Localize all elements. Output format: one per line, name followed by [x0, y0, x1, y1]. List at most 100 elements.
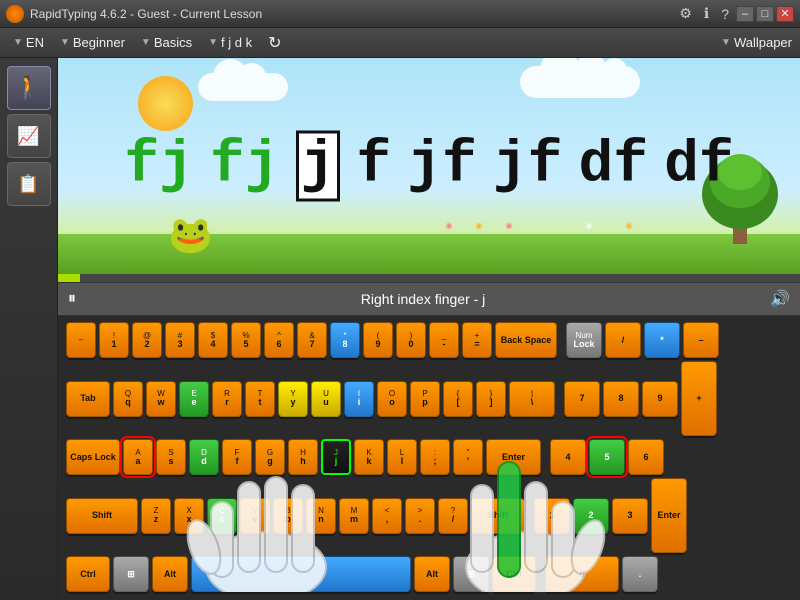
- cloud-2: [520, 66, 640, 98]
- key-i[interactable]: Ii: [344, 381, 374, 417]
- minimize-button[interactable]: –: [736, 6, 754, 22]
- key-z[interactable]: Zz: [141, 498, 171, 534]
- key-y[interactable]: Yy: [278, 381, 308, 417]
- key-win-left[interactable]: ⊞: [113, 556, 149, 592]
- key-p[interactable]: Pp: [410, 381, 440, 417]
- key-win-right[interactable]: ⊞: [453, 556, 489, 592]
- refresh-button[interactable]: ↻: [263, 31, 286, 55]
- key-num-2[interactable]: 2: [573, 498, 609, 534]
- language-menu[interactable]: ▼ EN: [8, 33, 49, 52]
- key-g[interactable]: Gg: [255, 439, 285, 475]
- key-row-shift: Shift Zz Xx Cc Vv Bb Nn Mm <, >. ?/ Shif…: [66, 478, 792, 553]
- key-backspace[interactable]: Back Space: [495, 322, 557, 358]
- key-l[interactable]: Ll: [387, 439, 417, 475]
- key-tab[interactable]: Tab: [66, 381, 110, 417]
- key-x[interactable]: Xx: [174, 498, 204, 534]
- info-icon[interactable]: ℹ: [699, 5, 714, 22]
- key-shift-left[interactable]: Shift: [66, 498, 138, 534]
- key-b[interactable]: Bb: [273, 498, 303, 534]
- key-bracket-open[interactable]: {[: [443, 381, 473, 417]
- key-num-minus[interactable]: –: [683, 322, 719, 358]
- key-shift-right[interactable]: Shift: [471, 498, 525, 534]
- key-num-plus[interactable]: +: [681, 361, 717, 436]
- help-icon[interactable]: ?: [716, 6, 734, 22]
- key-v[interactable]: Vv: [240, 498, 270, 534]
- volume-icon[interactable]: 🔊: [770, 289, 790, 309]
- key-num-star[interactable]: *: [644, 322, 680, 358]
- key-alt-right[interactable]: Alt: [414, 556, 450, 592]
- keyboard: – !1 @2 #3 $4 %5 ^6 &7 *8 (9 )0 _- += Ba…: [66, 322, 792, 592]
- key-2[interactable]: @2: [132, 322, 162, 358]
- key-enter[interactable]: Enter: [486, 439, 541, 475]
- key-m[interactable]: Mm: [339, 498, 369, 534]
- key-e[interactable]: Ee: [179, 381, 209, 417]
- key-d[interactable]: Dd: [189, 439, 219, 475]
- wallpaper-menu[interactable]: ▼ Wallpaper: [721, 35, 792, 50]
- key-num-8[interactable]: 8: [603, 381, 639, 417]
- key-num-9[interactable]: 9: [642, 381, 678, 417]
- key-c[interactable]: Cc: [207, 498, 237, 534]
- key-5[interactable]: %5: [231, 322, 261, 358]
- key-9[interactable]: (9: [363, 322, 393, 358]
- window-controls: ⚙ ℹ ? – □ ✕: [674, 5, 794, 22]
- pause-button[interactable]: ⏸: [68, 290, 76, 308]
- key-period[interactable]: >.: [405, 498, 435, 534]
- sidebar-item-lesson[interactable]: 🚶: [7, 66, 51, 110]
- key-equals[interactable]: +=: [462, 322, 492, 358]
- key-backslash[interactable]: |\: [509, 381, 555, 417]
- key-1[interactable]: !1: [99, 322, 129, 358]
- chars-menu[interactable]: ▼ f j d k: [203, 33, 257, 52]
- key-bracket-close[interactable]: }]: [476, 381, 506, 417]
- key-hyphen[interactable]: _-: [429, 322, 459, 358]
- sidebar-item-stats[interactable]: 📈: [7, 114, 51, 158]
- key-num-1[interactable]: 1: [534, 498, 570, 534]
- key-num-5[interactable]: 5: [589, 439, 625, 475]
- close-button[interactable]: ✕: [776, 6, 794, 22]
- key-q[interactable]: Qq: [113, 381, 143, 417]
- key-num-4[interactable]: 4: [550, 439, 586, 475]
- level-menu[interactable]: ▼ Beginner: [55, 33, 130, 52]
- key-8[interactable]: *8: [330, 322, 360, 358]
- key-k[interactable]: Kk: [354, 439, 384, 475]
- frog-character: 🐸: [168, 214, 213, 256]
- key-ctrl-right[interactable]: Ctrl: [492, 556, 536, 592]
- key-r[interactable]: Rr: [212, 381, 242, 417]
- key-num-slash[interactable]: /: [605, 322, 641, 358]
- key-f[interactable]: Ff: [222, 439, 252, 475]
- key-num-6[interactable]: 6: [628, 439, 664, 475]
- key-ctrl-left[interactable]: Ctrl: [66, 556, 110, 592]
- key-quote[interactable]: "': [453, 439, 483, 475]
- key-numlock[interactable]: NumLock: [566, 322, 602, 358]
- key-6[interactable]: ^6: [264, 322, 294, 358]
- key-u[interactable]: Uu: [311, 381, 341, 417]
- key-t[interactable]: Tt: [245, 381, 275, 417]
- key-0[interactable]: )0: [396, 322, 426, 358]
- lesson-menu[interactable]: ▼ Basics: [136, 33, 197, 52]
- key-alt-left[interactable]: Alt: [152, 556, 188, 592]
- key-num-enter[interactable]: Enter: [651, 478, 687, 553]
- key-num-0[interactable]: 0: [545, 556, 619, 592]
- sidebar-item-docs[interactable]: 📋: [7, 162, 51, 206]
- key-a[interactable]: Aa: [123, 439, 153, 475]
- key-s[interactable]: Ss: [156, 439, 186, 475]
- settings-icon[interactable]: ⚙: [674, 5, 697, 22]
- key-j[interactable]: Jj: [321, 439, 351, 475]
- key-minus[interactable]: –: [66, 322, 96, 358]
- lesson-display: 🐸 fj fj j f jf jf df: [58, 58, 800, 274]
- key-space[interactable]: [191, 556, 411, 592]
- key-w[interactable]: Ww: [146, 381, 176, 417]
- key-comma[interactable]: <,: [372, 498, 402, 534]
- key-num-3[interactable]: 3: [612, 498, 648, 534]
- key-num-7[interactable]: 7: [564, 381, 600, 417]
- key-n[interactable]: Nn: [306, 498, 336, 534]
- key-capslock[interactable]: Caps Lock: [66, 439, 120, 475]
- key-7[interactable]: &7: [297, 322, 327, 358]
- key-3[interactable]: #3: [165, 322, 195, 358]
- maximize-button[interactable]: □: [756, 6, 774, 22]
- key-slash[interactable]: ?/: [438, 498, 468, 534]
- key-h[interactable]: Hh: [288, 439, 318, 475]
- key-num-del[interactable]: .: [622, 556, 658, 592]
- key-o[interactable]: Oo: [377, 381, 407, 417]
- key-semicolon[interactable]: :;: [420, 439, 450, 475]
- key-4[interactable]: $4: [198, 322, 228, 358]
